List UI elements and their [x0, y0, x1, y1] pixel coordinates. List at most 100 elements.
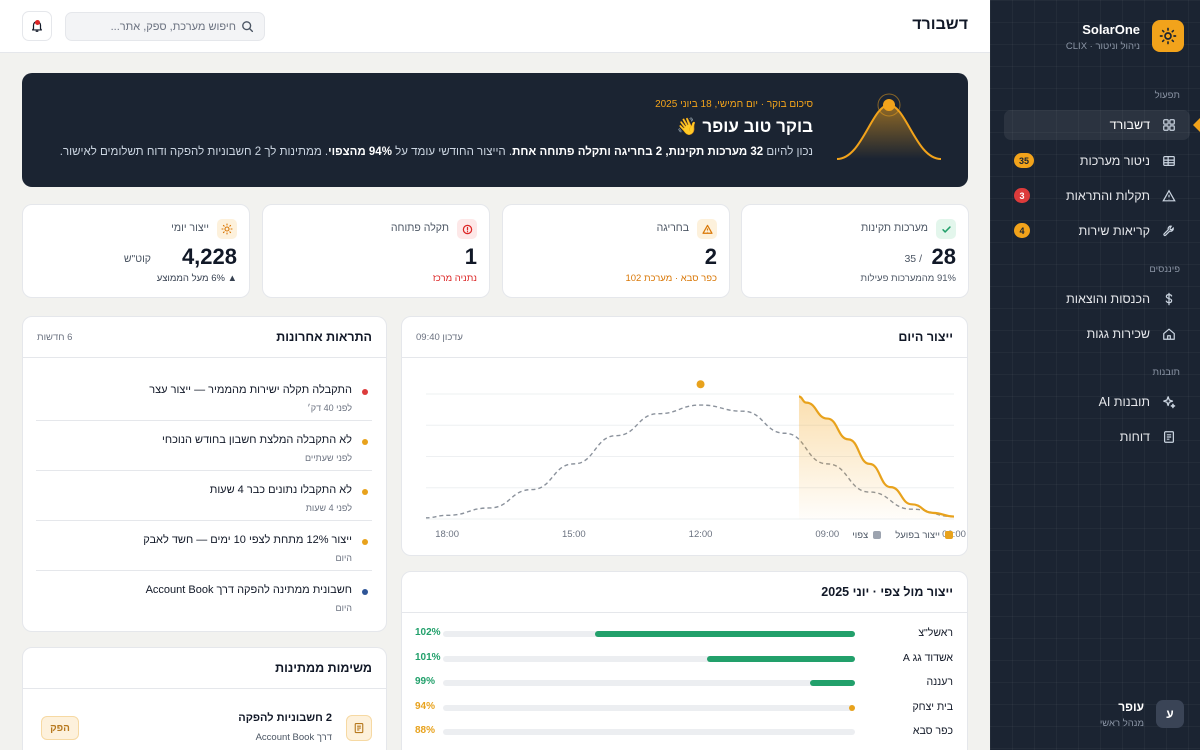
summary-text: נכון להיום [763, 146, 813, 158]
progress-track [443, 631, 855, 637]
sidebar-item-service-calls[interactable]: קריאות שירות 4 [1004, 216, 1190, 246]
notification-dot [35, 20, 40, 25]
notifications-button[interactable] [22, 11, 52, 41]
banner-greeting: בוקר טוב עופר 👋 [676, 117, 813, 136]
warning-icon [697, 219, 717, 239]
alert-item[interactable]: לא התקבלה המלצת חשבון בחודש הנוכחי לפני … [36, 421, 372, 471]
sidebar-item-label: תובנות AI [1098, 395, 1150, 409]
alert-item[interactable]: ייצור 12% מתחת לצפי 10 ימים — חשד לאבק ה… [36, 521, 372, 571]
sidebar-item-income[interactable]: הכנסות והוצאות [1004, 284, 1190, 314]
kpi-healthy-systems[interactable]: מערכות תקינות 28 / 35 91% מהמערכות פעילו… [741, 204, 969, 298]
alert-time: היום [335, 553, 352, 563]
sun-icon [217, 219, 237, 239]
pending-tasks-panel: משימות ממתינות 2 חשבוניות להפקה דרך Acco… [22, 647, 387, 750]
sidebar-item-roof-rental[interactable]: שכירות גגות [1004, 319, 1190, 349]
sidebar-item-ai-insights[interactable]: תובנות AI [1004, 387, 1190, 417]
divider [23, 688, 386, 689]
kpi-subtext: ▲ 6% מעל הממוצע [156, 273, 237, 284]
alert-title: חשבונית ממתינה להפקה דרך Account Book [145, 584, 352, 596]
divider [23, 357, 386, 358]
sidebar-item-dashboard[interactable]: דשבורד [1004, 110, 1190, 140]
kpi-total: / 35 [904, 253, 922, 265]
kpi-label: ייצור יומי [171, 222, 209, 234]
search-box[interactable] [65, 12, 265, 41]
user-name: עופר [1118, 700, 1144, 714]
kpi-label: תקלה פתוחה [390, 222, 449, 234]
sidebar-item-label: דשבורד [1109, 118, 1150, 132]
check-icon [936, 219, 956, 239]
site-name: רעננה [926, 676, 953, 688]
divider [402, 612, 967, 613]
site-percent: 102% [415, 627, 441, 638]
search-icon [242, 21, 254, 33]
brand: SolarOne ניהול וניטור · CLIX [1004, 20, 1184, 56]
topbar: דשבורד [0, 0, 990, 53]
alert-time: לפני 4 שעות [305, 503, 352, 513]
sun-logo-icon [1152, 20, 1184, 52]
site-row[interactable]: אשדוד גג A 101% [415, 651, 953, 669]
series-actual-area [798, 396, 954, 519]
progress-track [443, 656, 855, 662]
grid-icon [1163, 119, 1175, 131]
sidebar-item-monitoring[interactable]: ניטור מערכות 35 [1004, 146, 1190, 176]
banner-date: סיכום בוקר · יום חמישי, 18 ביוני 2025 [655, 99, 813, 110]
sidebar: SolarOne ניהול וניטור · CLIX תפעול דשבור… [990, 0, 1200, 750]
kpi-subtext: נתניה מרכז [432, 273, 477, 284]
sidebar-item-label: תקלות והתראות [1066, 189, 1150, 203]
alert-item[interactable]: התקבלה תקלה ישירות מהממיר — ייצור עצר לפ… [36, 371, 372, 421]
page-title: דשבורד [912, 16, 968, 33]
new-count: 6 חדשות [37, 332, 73, 343]
panel-title: משימות ממתינות [275, 661, 372, 675]
site-row[interactable]: ראשל"צ 102% [415, 626, 953, 644]
kpi-value: 1 [464, 244, 477, 269]
search-input[interactable] [76, 18, 236, 36]
site-row[interactable]: בית יצחק 94% [415, 700, 953, 718]
issue-invoice-button[interactable]: הפק [41, 716, 79, 740]
kpi-label: מערכות תקינות [861, 222, 928, 234]
task-subtitle: דרך Account Book [255, 732, 332, 743]
kpi-deviation[interactable]: בחריגה 2 כפר סבא · מערכת 102 [502, 204, 730, 298]
kpi-value: 4,228 [181, 244, 237, 269]
alert-time: לפני שעתיים [304, 453, 352, 463]
user-role: מנהל ראשי [1099, 718, 1144, 729]
kpi-value: 28 [931, 244, 956, 269]
home-icon [1163, 328, 1175, 340]
alert-title: התקבלה תקלה ישירות מהממיר — ייצור עצר [149, 384, 352, 396]
site-percent: 101% [415, 652, 441, 663]
recent-alerts-panel: התראות אחרונות 6 חדשות התקבלה תקלה ישירו… [22, 316, 387, 632]
wrench-icon [1163, 225, 1174, 237]
kpi-daily-production[interactable]: ייצור יומי 4,228 קוט"ש ▲ 6% מעל הממוצע [22, 204, 250, 298]
user-profile[interactable]: ע עופר מנהל ראשי [1004, 700, 1184, 730]
avatar: ע [1156, 700, 1184, 728]
sidebar-item-label: שכירות גגות [1086, 327, 1150, 341]
summary-bold: תקלה פתוחה אחת [512, 146, 608, 158]
alert-item[interactable]: חשבונית ממתינה להפקה דרך Account Book הי… [36, 571, 372, 621]
site-percent: 88% [415, 725, 436, 736]
x-tick-label: 12:00 [689, 529, 713, 540]
last-updated: עדכון 09:40 [416, 332, 463, 343]
sidebar-item-reports[interactable]: דוחות [1004, 422, 1190, 452]
site-row[interactable]: כפר סבא 88% [415, 724, 953, 742]
alert-item[interactable]: לא התקבלו נתונים כבר 4 שעות לפני 4 שעות [36, 471, 372, 521]
chart-legend: ייצור בפועל צפוי [852, 530, 953, 541]
progress-fill [595, 631, 855, 637]
sidebar-item-faults[interactable]: תקלות והתראות 3 [1004, 181, 1190, 211]
alert-title: לא התקבלה המלצת חשבון בחודש הנוכחי [162, 434, 352, 446]
alert-time: לפני 40 דק׳ [307, 403, 352, 413]
alert-title: ייצור 12% מתחת לצפי 10 ימים — חשד לאבק [143, 534, 352, 546]
task-title: 2 חשבוניות להפקה [238, 712, 332, 724]
site-name: ראשל"צ [918, 627, 953, 639]
sidebar-item-label: דוחות [1119, 430, 1150, 444]
kpi-open-fault[interactable]: תקלה פתוחה 1 נתניה מרכז [262, 204, 490, 298]
legend-expected: צפוי [852, 530, 882, 541]
severity-dot [362, 539, 368, 545]
site-row[interactable]: רעננה 99% [415, 675, 953, 693]
sidebar-item-label: קריאות שירות [1078, 224, 1150, 238]
progress-track [443, 729, 855, 735]
severity-dot [362, 589, 368, 595]
warning-icon [1162, 189, 1176, 202]
site-percent: 94% [415, 701, 436, 712]
alert-circle-icon [457, 219, 477, 239]
banner-summary: נכון להיום 32 מערכות תקינות, 2 בחריגה ות… [60, 146, 813, 158]
table-icon [1163, 156, 1175, 166]
